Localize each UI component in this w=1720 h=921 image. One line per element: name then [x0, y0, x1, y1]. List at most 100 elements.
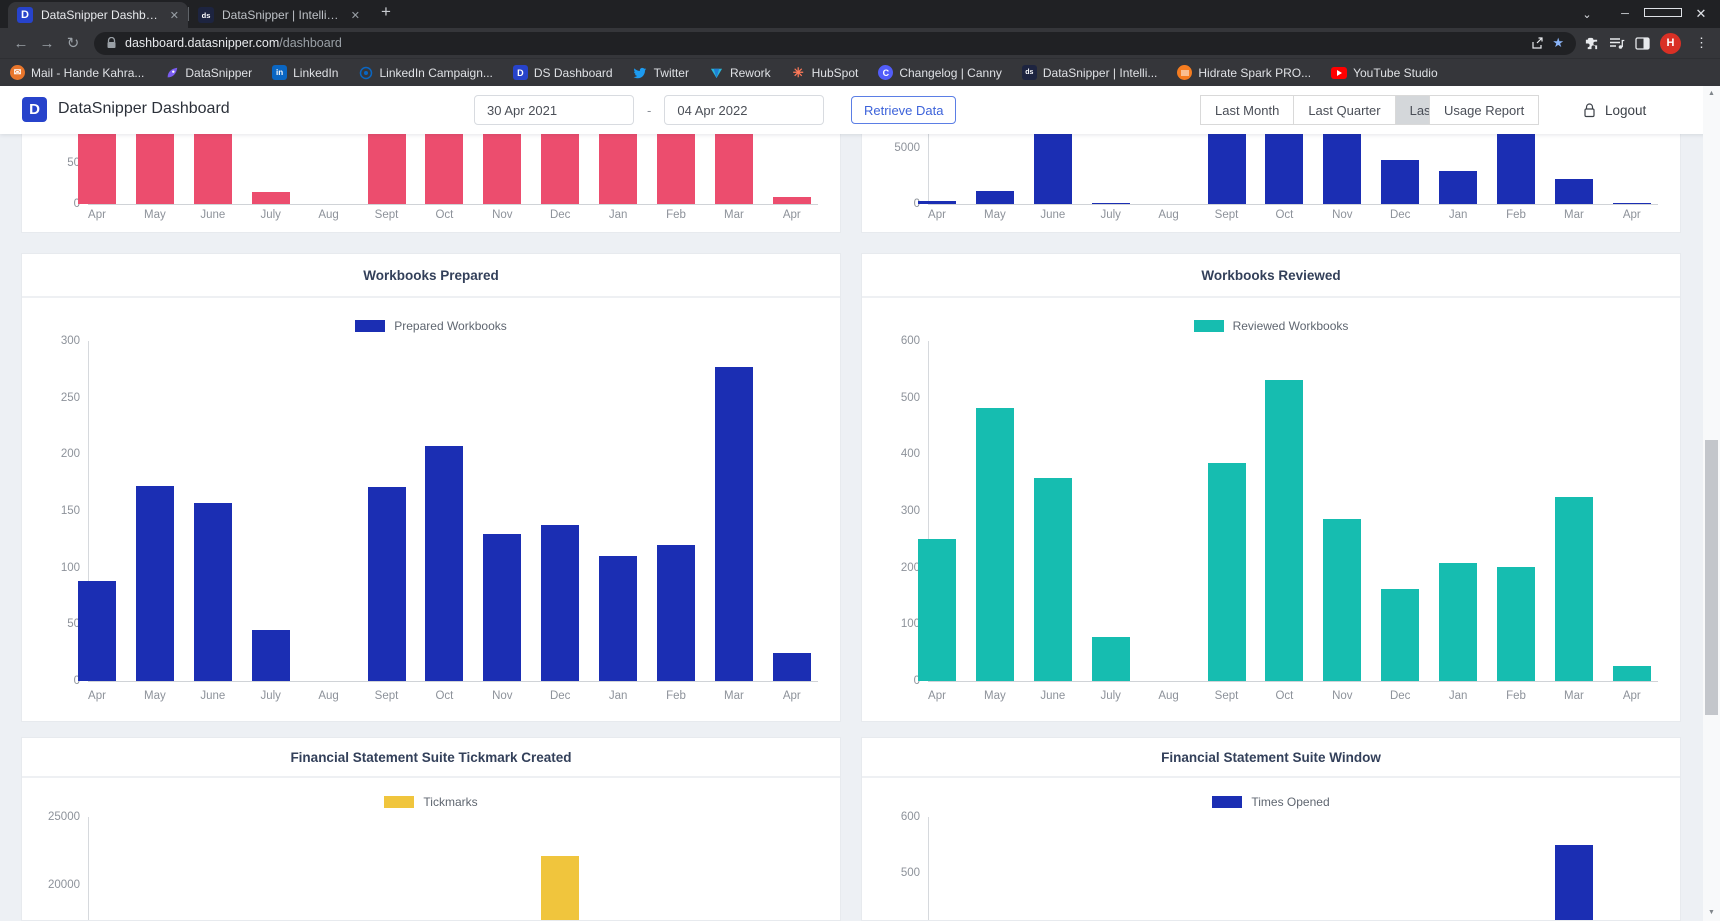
x-axis-month-label: Apr — [768, 209, 816, 221]
range-button-last-month[interactable]: Last Month — [1200, 95, 1294, 125]
browser-tab[interactable]: dsDataSnipper | Intelligent Audit Pl✕ — [189, 2, 369, 28]
bar-feb-top_right_partial — [1497, 134, 1535, 204]
side-panel-icon[interactable] — [1635, 37, 1650, 50]
date-from-input[interactable]: 30 Apr 2021 — [474, 95, 634, 125]
bookmarks-bar: ✉Mail - Hande Kahra... DataSnipper inLinke… — [0, 58, 1720, 86]
retrieve-data-button[interactable]: Retrieve Data — [851, 96, 956, 124]
playlist-icon[interactable] — [1609, 36, 1625, 50]
x-axis-month-label: Feb — [1492, 209, 1540, 221]
x-axis-month-label: Sept — [1203, 209, 1251, 221]
y-axis-tick-label: 150 — [22, 505, 80, 517]
bookmark-item[interactable]: dsDataSnipper | Intelli... — [1022, 65, 1158, 80]
bookmark-item[interactable]: ✉Mail - Hande Kahra... — [10, 65, 144, 80]
x-axis-month-label: Sept — [363, 209, 411, 221]
bookmark-item[interactable]: YouTube Studio — [1331, 66, 1438, 80]
x-axis-month-label: Oct — [420, 690, 468, 702]
bookmark-item[interactable]: inLinkedIn — [272, 65, 338, 80]
bar-jan-workbooks_reviewed — [1439, 563, 1477, 681]
bar-nov-top_right_partial — [1323, 134, 1361, 204]
bar-apr-workbooks_prepared — [78, 581, 116, 681]
back-icon[interactable]: ← — [8, 35, 34, 52]
y-axis-tick-label: 50 — [22, 618, 80, 630]
x-axis-month-label: Apr — [73, 690, 121, 702]
x-axis-month-label: Aug — [305, 690, 353, 702]
bar-apr-top_right_partial — [918, 201, 956, 204]
extensions-puzzle-icon[interactable] — [1584, 36, 1599, 51]
date-to-input[interactable]: 04 Apr 2022 — [664, 95, 824, 125]
bar-sept-workbooks_reviewed — [1208, 463, 1246, 681]
bar-chart-workbooks-prepared: 300250200150100500AprMayJuneJulyAugSeptO… — [22, 254, 840, 721]
page-scrollbar[interactable]: ▲ ▼ — [1703, 86, 1720, 921]
bookmark-label: YouTube Studio — [1353, 66, 1438, 80]
logout-button[interactable]: Logout — [1583, 95, 1646, 125]
x-axis-month-label: Mar — [710, 690, 758, 702]
bar-feb-top_left_partial — [657, 134, 695, 204]
x-axis-month-label: Nov — [1318, 209, 1366, 221]
x-axis-month-label: Sept — [1203, 690, 1251, 702]
window-restore-icon[interactable] — [1644, 8, 1682, 20]
profile-avatar[interactable]: H — [1660, 33, 1681, 54]
bar-sept-top_left_partial — [368, 134, 406, 204]
canny-icon: C — [878, 65, 893, 80]
y-axis-tick-label: 25000 — [22, 811, 80, 823]
bar-dec-fss_tickmark — [541, 856, 579, 921]
y-axis-tick-label: 0 — [862, 675, 920, 687]
bookmark-item[interactable]: ✳HubSpot — [791, 65, 859, 80]
bookmark-star-icon[interactable]: ★ — [1552, 35, 1564, 51]
bar-nov-top_left_partial — [483, 134, 521, 204]
x-axis-month-label: Mar — [1550, 209, 1598, 221]
forward-icon[interactable]: → — [34, 35, 60, 52]
bar-jan-top_left_partial — [599, 134, 637, 204]
y-axis-tick-label: 200 — [862, 562, 920, 574]
bookmark-item[interactable]: Rework — [709, 65, 771, 80]
y-axis-line — [928, 817, 929, 920]
y-axis-tick-label: 100 — [22, 562, 80, 574]
bar-dec-top_left_partial — [541, 134, 579, 204]
browser-toolbar: ← → ↻ dashboard.datasnipper.com/dashboar… — [0, 28, 1720, 58]
x-axis-month-label: Aug — [305, 209, 353, 221]
x-axis-month-label: Jan — [594, 209, 642, 221]
browser-tab[interactable]: DDataSnipper Dashboard✕ — [8, 2, 188, 28]
reload-icon[interactable]: ↻ — [60, 34, 86, 52]
x-axis-month-label: Dec — [536, 209, 584, 221]
x-axis-month-label: Aug — [1145, 690, 1193, 702]
address-bar[interactable]: dashboard.datasnipper.com/dashboard ★ — [94, 32, 1576, 55]
x-axis-month-label: Mar — [1550, 690, 1598, 702]
tab-close-icon[interactable]: ✕ — [351, 9, 360, 22]
bookmark-item[interactable]: LinkedIn Campaign... — [358, 65, 492, 80]
bookmark-item[interactable]: Twitter — [633, 65, 689, 80]
window-close-icon[interactable]: ✕ — [1682, 6, 1720, 22]
x-axis-month-label: May — [971, 209, 1019, 221]
scrollbar-up-arrow-icon[interactable]: ▲ — [1703, 90, 1720, 97]
x-axis-month-label: June — [189, 209, 237, 221]
window-minimize-icon[interactable]: ─ — [1606, 8, 1644, 20]
bookmark-label: DataSnipper — [185, 66, 252, 80]
usage-report-button[interactable]: Usage Report — [1429, 95, 1539, 125]
scrollbar-thumb[interactable] — [1705, 440, 1718, 715]
share-icon[interactable] — [1530, 36, 1544, 50]
x-axis-month-label: July — [1087, 209, 1135, 221]
bar-oct-top_left_partial — [425, 134, 463, 204]
tab-close-icon[interactable]: ✕ — [170, 9, 179, 22]
range-button-last-quarter[interactable]: Last Quarter — [1293, 95, 1395, 125]
bar-oct-top_right_partial — [1265, 134, 1303, 204]
x-axis-month-label: Oct — [1260, 690, 1308, 702]
bookmark-item[interactable]: DataSnipper — [164, 65, 252, 80]
x-axis-month-label: July — [1087, 690, 1135, 702]
bookmark-item[interactable]: Hidrate Spark PRO... — [1177, 65, 1311, 80]
browser-menu-kebab-icon[interactable]: ⋮ — [1691, 35, 1712, 51]
window-menu-chevron-icon[interactable]: ⌄ — [1568, 8, 1606, 21]
bar-dec-top_right_partial — [1381, 160, 1419, 204]
dashboard-page: D DataSnipper Dashboard 30 Apr 2021 - 04… — [0, 86, 1720, 921]
bar-dec-workbooks_reviewed — [1381, 589, 1419, 681]
bookmark-item[interactable]: CChangelog | Canny — [878, 65, 1002, 80]
scrollbar-down-arrow-icon[interactable]: ▼ — [1703, 909, 1720, 916]
bar-feb-workbooks_reviewed — [1497, 567, 1535, 681]
x-axis-line — [928, 681, 1658, 682]
new-tab-button[interactable]: + — [381, 2, 391, 22]
x-axis-month-label: May — [971, 690, 1019, 702]
bookmark-item[interactable]: DDS Dashboard — [513, 65, 613, 80]
chart-card-top-right-partial: 50000AprMayJuneJulyAugSeptOctNovDecJanFe… — [861, 134, 1681, 233]
bookmark-label: Twitter — [654, 66, 689, 80]
x-axis-month-label: Dec — [1376, 209, 1424, 221]
